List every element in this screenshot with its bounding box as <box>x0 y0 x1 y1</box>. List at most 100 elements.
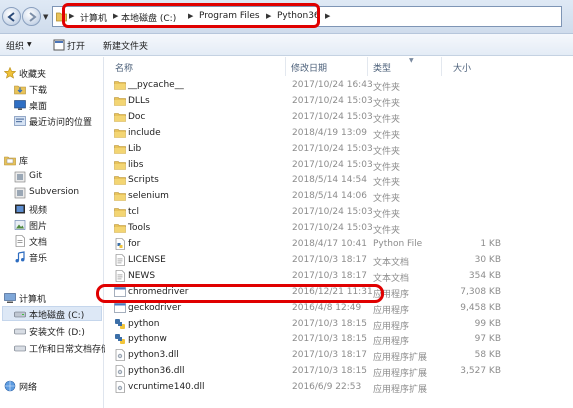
recent-pages-dropdown-icon[interactable]: ▼ <box>43 13 48 21</box>
file-row[interactable]: Tools 2017/10/24 15:03 文件夹 <box>105 220 573 236</box>
file-name: DLLs <box>128 95 150 106</box>
computer-icon <box>4 293 16 303</box>
file-type: 文件夹 <box>373 98 401 109</box>
file-row[interactable]: NEWS 2017/10/3 18:17 文本文档 354 KB <box>105 268 573 284</box>
file-type: Python File <box>373 239 423 249</box>
pictures-icon <box>14 220 26 230</box>
drive-icon <box>14 311 26 318</box>
file-row[interactable]: for 2018/4/17 10:41 Python File 1 KB <box>105 236 573 252</box>
open-icon[interactable] <box>53 39 65 51</box>
file-name: python3.dll <box>128 350 179 361</box>
nav-item-label: 下载 <box>29 86 48 96</box>
file-row[interactable]: libs 2017/10/24 15:03 文件夹 <box>105 157 573 173</box>
column-divider[interactable] <box>441 57 442 76</box>
column-divider[interactable] <box>367 57 368 76</box>
file-name: Lib <box>128 143 142 154</box>
file-date: 2016/6/9 22:53 <box>292 382 362 393</box>
documents-icon <box>15 235 25 247</box>
nav-computer-label: 计算机 <box>19 295 47 305</box>
breadcrumb-separator-icon[interactable]: ▶ <box>325 12 330 20</box>
nav-item-label: 音乐 <box>29 254 48 264</box>
file-type: 应用程序 <box>373 305 410 316</box>
file-row[interactable]: vcruntime140.dll 2016/6/9 22:53 应用程序扩展 <box>105 379 573 395</box>
file-name: python36.dll <box>128 366 185 377</box>
folder-icon <box>114 222 126 237</box>
organize-button[interactable]: 组织 <box>6 39 24 52</box>
dll-file-icon <box>114 365 126 380</box>
nav-item-label: Subversion <box>29 187 80 197</box>
column-header-size[interactable]: 大小 <box>453 61 471 74</box>
nav-item-label: 最近访问的位置 <box>29 118 93 128</box>
file-row[interactable]: Doc 2017/10/24 15:03 文件夹 <box>105 109 573 125</box>
file-type: 文件夹 <box>373 83 401 93</box>
file-date: 2017/10/3 18:17 <box>292 254 367 265</box>
folder-icon <box>114 174 126 189</box>
file-type: 文件夹 <box>373 146 401 157</box>
nav-item-label: 图片 <box>29 222 48 232</box>
file-name: Doc <box>128 111 146 122</box>
file-row[interactable]: python3.dll 2017/10/3 18:17 应用程序扩展 58 KB <box>105 347 573 363</box>
nav-item-label: 本地磁盘 (C:) <box>29 311 85 321</box>
network-icon <box>4 380 16 392</box>
open-button[interactable]: 打开 <box>67 39 85 52</box>
file-name: vcruntime140.dll <box>128 382 205 393</box>
file-size: 7,308 KB <box>460 286 501 297</box>
column-header-date[interactable]: 修改日期 <box>291 61 327 74</box>
drive-icon <box>14 328 26 335</box>
nav-item-label: 工作和日常文档存储 <box>29 345 111 355</box>
file-row[interactable]: Scripts 2018/5/14 14:54 文件夹 <box>105 172 573 188</box>
text-file-icon <box>114 269 126 285</box>
file-type: 文本文档 <box>373 273 410 284</box>
file-size: 97 KB <box>474 334 501 345</box>
file-name: Scripts <box>128 175 159 186</box>
navigation-pane: 收藏夹 下载 桌面 最近访问的位置 库 Git Subversion 视频 图片… <box>0 57 110 408</box>
file-row[interactable]: __pycache__ 2017/10/24 16:43 文件夹 <box>105 77 573 93</box>
application-icon <box>114 302 126 317</box>
file-row[interactable]: python 2017/10/3 18:15 应用程序 99 KB <box>105 316 573 332</box>
file-name: LICENSE <box>128 254 166 265</box>
folder-icon <box>114 206 126 221</box>
column-header-name[interactable]: 名称 <box>115 61 133 74</box>
new-folder-button[interactable]: 新建文件夹 <box>103 39 148 52</box>
download-folder-icon <box>14 85 26 95</box>
column-sort-icon: ▼ <box>409 57 414 64</box>
file-name: selenium <box>128 191 169 202</box>
file-date: 2017/10/24 15:03 <box>292 159 373 170</box>
file-date: 2018/4/19 13:09 <box>292 127 367 138</box>
folder-icon <box>114 143 126 158</box>
file-type: 文件夹 <box>373 194 401 205</box>
folder-icon <box>114 111 126 126</box>
text-file-icon <box>114 254 126 269</box>
file-row[interactable]: include 2018/4/19 13:09 文件夹 <box>105 125 573 141</box>
file-row[interactable]: selenium 2018/5/14 14:06 文件夹 <box>105 188 573 204</box>
file-size: 99 KB <box>474 318 501 329</box>
star-icon <box>4 67 16 79</box>
drive-icon <box>14 345 26 352</box>
desktop-icon <box>14 100 26 110</box>
file-row[interactable]: LICENSE 2017/10/3 18:17 文本文档 30 KB <box>105 252 573 268</box>
file-type: 应用程序 <box>373 321 410 332</box>
file-date: 2017/10/3 18:15 <box>292 318 367 329</box>
folder-icon <box>114 159 126 174</box>
file-date: 2017/10/24 15:03 <box>292 111 373 122</box>
file-row[interactable]: tcl 2017/10/24 15:03 文件夹 <box>105 204 573 220</box>
file-row[interactable]: pythonw 2017/10/3 18:15 应用程序 97 KB <box>105 331 573 347</box>
column-divider[interactable] <box>285 57 286 76</box>
forward-button[interactable] <box>22 7 41 26</box>
nav-item-label: Git <box>29 171 43 181</box>
file-type: 文件夹 <box>373 226 401 237</box>
file-date: 2017/10/24 15:03 <box>292 143 373 154</box>
file-name: geckodriver <box>128 302 182 313</box>
back-button[interactable] <box>2 7 21 26</box>
file-row[interactable]: DLLs 2017/10/24 15:03 文件夹 <box>105 93 573 109</box>
column-header-type[interactable]: 类型 <box>373 61 391 74</box>
file-name: libs <box>128 159 144 170</box>
file-row[interactable]: Lib 2017/10/24 15:03 文件夹 <box>105 141 573 157</box>
file-size: 3,527 KB <box>460 366 501 377</box>
file-date: 2018/4/17 10:41 <box>292 239 367 249</box>
folder-icon <box>114 95 126 110</box>
nav-libraries-label: 库 <box>19 157 29 167</box>
file-row[interactable]: python36.dll 2017/10/3 18:15 应用程序扩展 3,527 K… <box>105 363 573 379</box>
nav-favorites-label: 收藏夹 <box>19 70 47 80</box>
organize-dropdown-icon[interactable]: ▼ <box>27 41 32 48</box>
